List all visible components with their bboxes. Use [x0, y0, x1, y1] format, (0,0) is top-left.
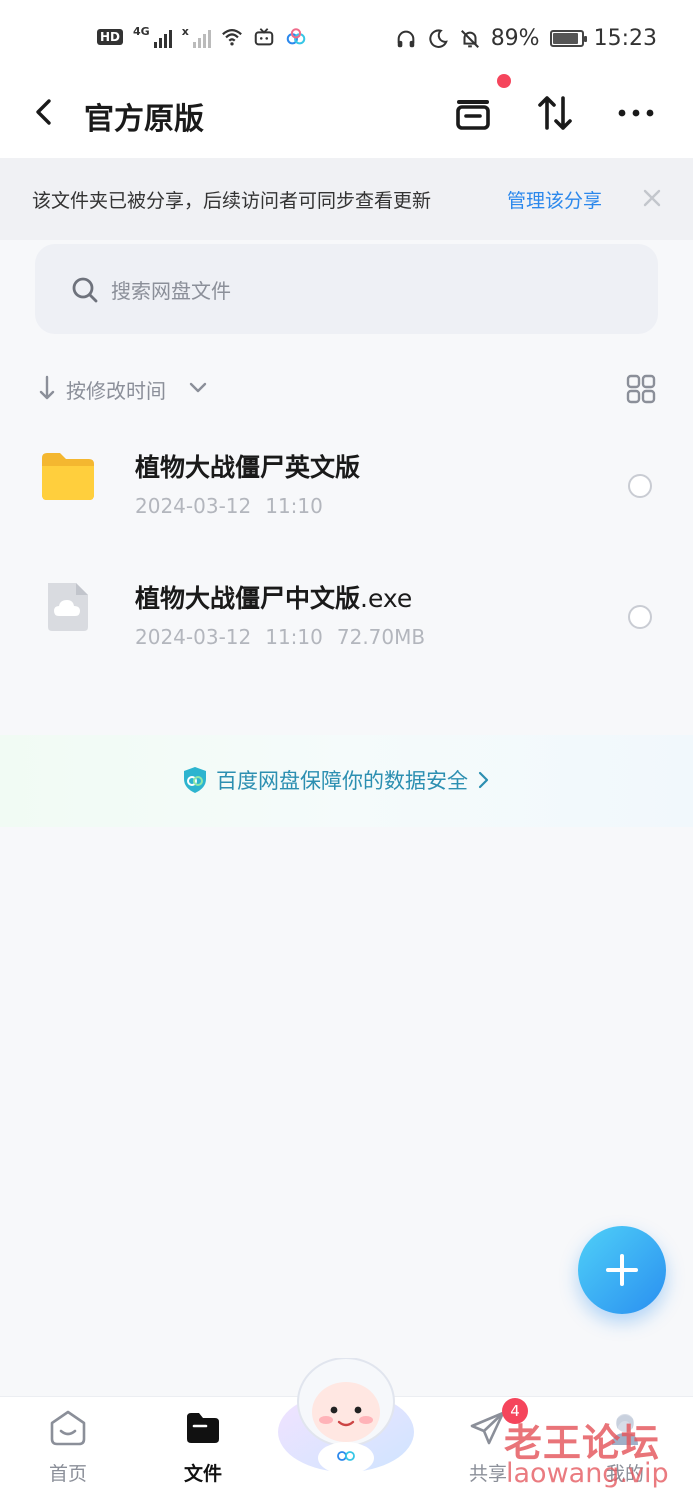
file-date: 2024-03-12 [135, 625, 252, 649]
status-left: HD 4G x [97, 24, 307, 48]
list-item[interactable]: 植物大战僵尸英文版 2024-03-12 11:10 [0, 422, 693, 532]
notification-dot [497, 74, 511, 88]
page-title: 官方原版 [84, 102, 204, 137]
grid-view-icon[interactable] [626, 374, 656, 404]
file-name-text: 植物大战僵尸中文版 [135, 584, 361, 613]
status-right: 89% 15:23 [395, 26, 657, 51]
wifi-icon [221, 29, 242, 46]
send-icon [470, 1411, 505, 1445]
mute-bell-icon [460, 29, 479, 48]
signal-icon-2 [192, 26, 211, 48]
tab-files[interactable]: 文件 [153, 1397, 253, 1500]
file-date: 2024-03-12 [135, 494, 252, 518]
share-banner-text: 该文件夹已被分享，后续访问者可同步查看更新 [32, 189, 432, 212]
file-time: 11:10 [265, 494, 323, 518]
security-content: 百度网盘保障你的数据安全 [182, 765, 490, 795]
chevron-down-icon[interactable] [188, 378, 208, 398]
manage-share-link[interactable]: 管理该分享 [507, 186, 602, 213]
search-input[interactable]: 搜索网盘文件 [35, 244, 658, 334]
search-icon [72, 277, 98, 303]
file-meta: 2024-03-12 11:10 [135, 494, 337, 518]
file-size: 72.70MB [336, 625, 426, 649]
network-type: 4G [133, 24, 150, 38]
status-bar: HD 4G x 89% 15:23 [0, 0, 693, 80]
home-icon [50, 1410, 86, 1446]
battery-percent: 89% [490, 26, 540, 51]
file-meta: 2024-03-12 11:10 72.70MB [135, 625, 439, 649]
watermark: 老王论坛 laowang.vip [504, 1412, 684, 1498]
security-banner[interactable]: 百度网盘保障你的数据安全 [0, 735, 693, 827]
close-icon[interactable] [642, 188, 662, 208]
shield-icon [184, 767, 206, 793]
share-banner: 该文件夹已被分享，后续访问者可同步查看更新 管理该分享 [0, 158, 693, 240]
chevron-right-icon [478, 771, 489, 789]
clock: 15:23 [593, 26, 657, 51]
battery-icon [549, 30, 587, 47]
sort-row: 按修改时间 [0, 370, 693, 406]
mascot-icon[interactable] [276, 1358, 416, 1476]
add-button[interactable] [578, 1226, 666, 1314]
file-name: 植物大战僵尸英文版 [135, 448, 360, 484]
security-text: 百度网盘保障你的数据安全 [216, 769, 468, 793]
select-checkbox[interactable] [628, 605, 652, 629]
moon-icon [429, 28, 448, 48]
more-icon[interactable] [615, 92, 657, 134]
signal-icon [153, 26, 172, 48]
folder-tab-icon [187, 1413, 219, 1443]
tab-label: 首页 [48, 1463, 87, 1485]
cloud-file-icon [48, 583, 88, 631]
headphones-icon [397, 30, 415, 47]
no-signal-mark: x [181, 24, 189, 38]
file-extension: .exe [360, 584, 413, 613]
file-time: 11:10 [265, 625, 323, 649]
folder-icon [42, 453, 94, 500]
plus-icon [606, 1254, 638, 1286]
sort-label[interactable]: 按修改时间 [66, 375, 166, 404]
search-placeholder: 搜索网盘文件 [111, 279, 231, 303]
select-checkbox[interactable] [628, 474, 652, 498]
file-name: 植物大战僵尸中文版.exe [135, 579, 412, 615]
archive-icon[interactable] [452, 92, 494, 134]
list-item[interactable]: 植物大战僵尸中文版.exe 2024-03-12 11:10 72.70MB [0, 553, 693, 663]
transfer-icon[interactable] [534, 92, 576, 134]
sort-arrow-icon[interactable] [38, 374, 56, 402]
header: 官方原版 [0, 74, 693, 158]
watermark-en: laowang.vip [506, 1458, 669, 1489]
tv-icon [254, 28, 274, 46]
tab-home[interactable]: 首页 [18, 1397, 118, 1500]
tab-label: 文件 [183, 1463, 222, 1485]
file-name-text: 植物大战僵尸英文版 [135, 453, 361, 482]
back-arrow-icon[interactable] [30, 97, 60, 127]
baidu-cloud-icon [286, 28, 306, 45]
hd-badge: HD [97, 29, 124, 45]
